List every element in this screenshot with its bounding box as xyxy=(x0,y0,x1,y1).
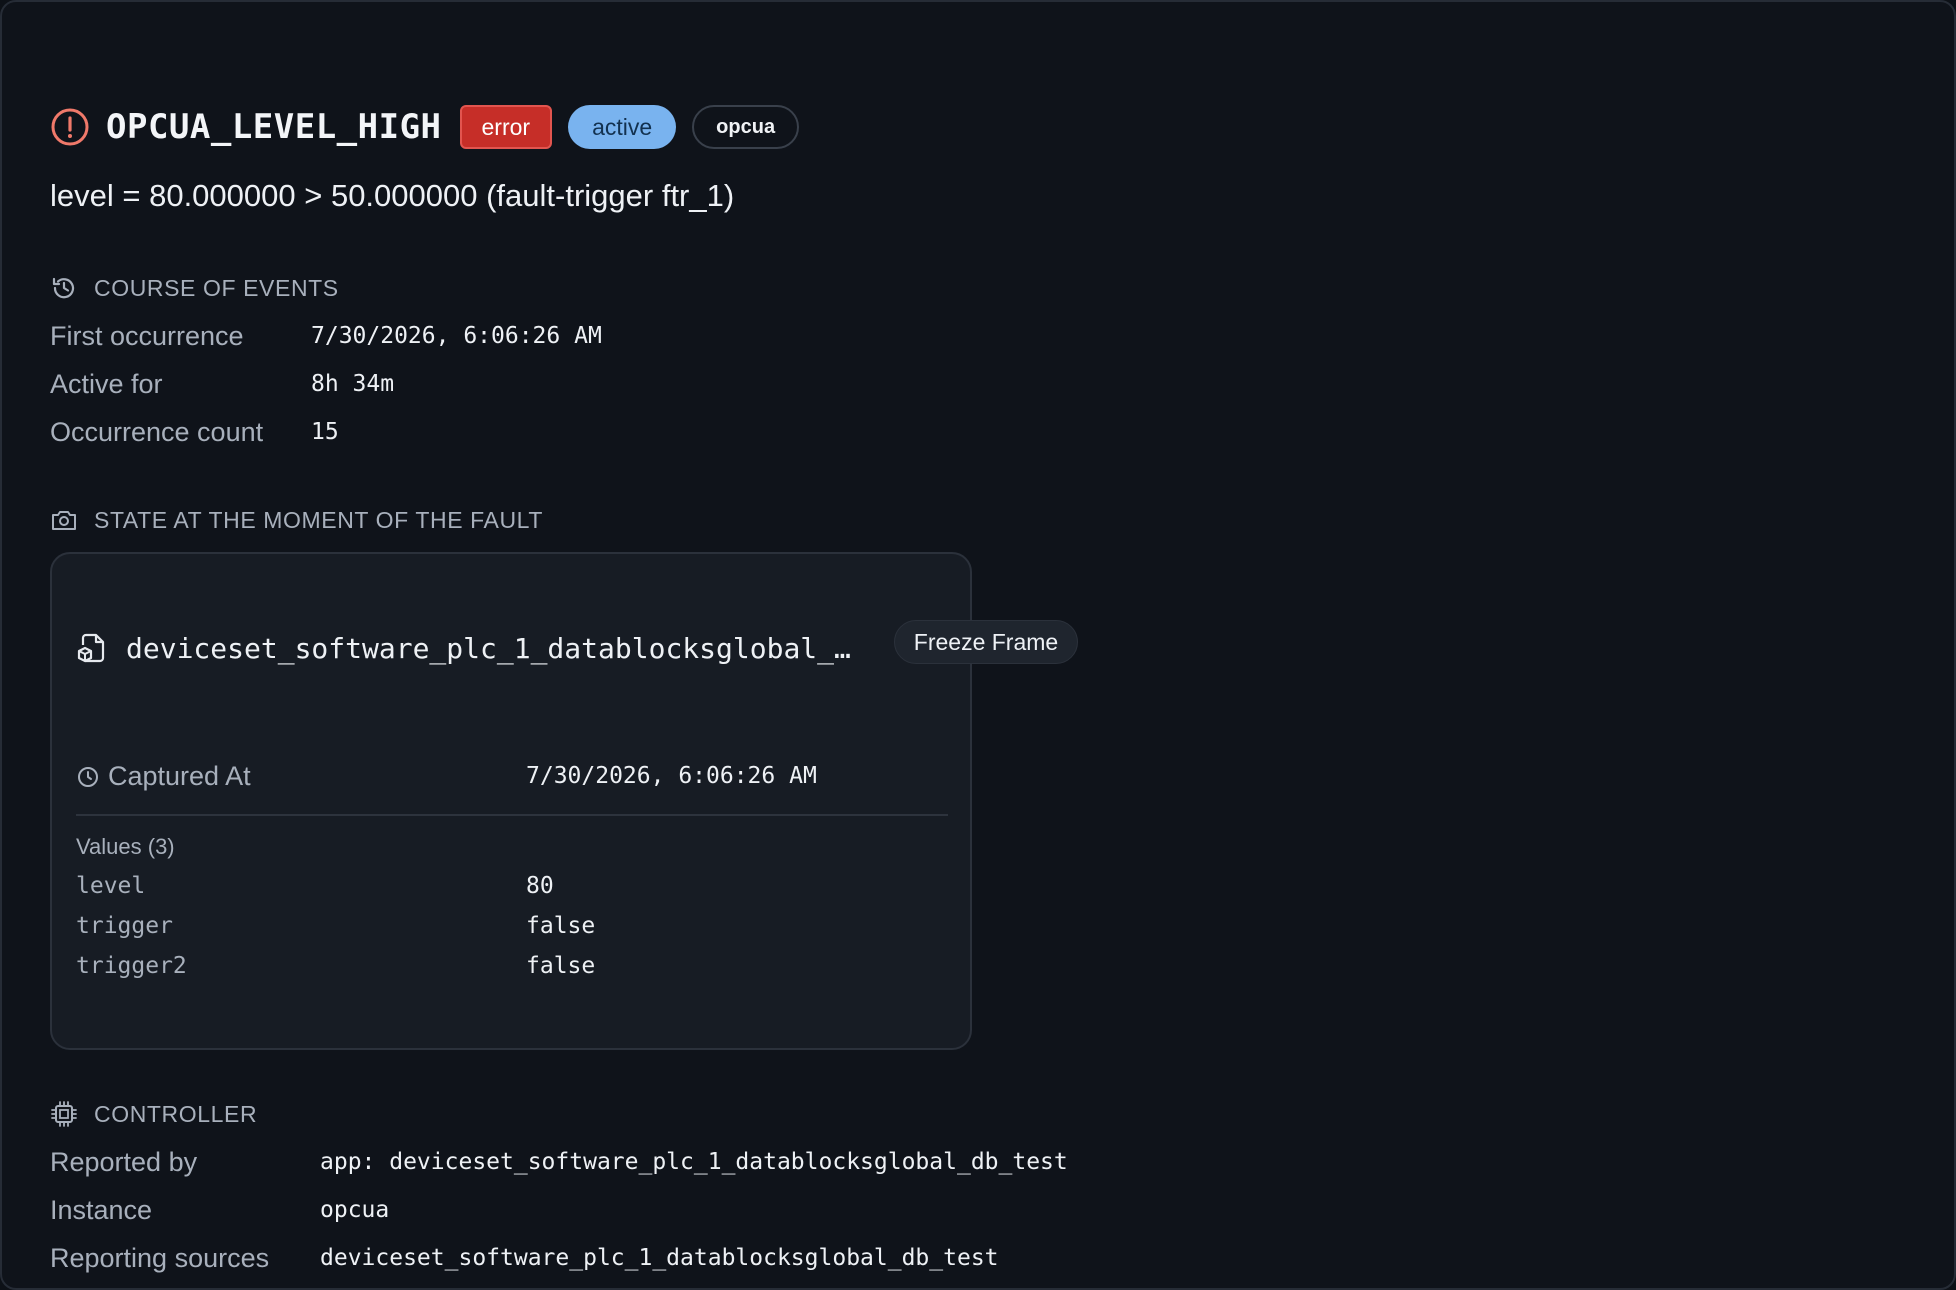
clock-icon xyxy=(78,767,98,787)
freeze-frame-card: deviceset_software_plc_1_datablocksgloba… xyxy=(50,552,1078,1050)
instance-value: opcua xyxy=(320,1197,390,1223)
occurrence-count-row: Occurrence count 15 xyxy=(50,412,339,452)
instance-label: Instance xyxy=(50,1194,153,1225)
section-title: STATE AT THE MOMENT OF THE FAULT xyxy=(94,506,544,533)
value-key: trigger2 xyxy=(76,953,187,979)
source-badge: opcua xyxy=(692,105,800,149)
card-divider xyxy=(76,814,948,816)
value-key: level xyxy=(76,873,146,899)
values-count-label: Values (3) xyxy=(76,834,175,859)
value-value: false xyxy=(526,953,596,979)
captured-at-row: Captured At 7/30/2026, 6:06:26 AM xyxy=(76,756,948,796)
first-occurrence-label: First occurrence xyxy=(50,320,244,351)
section-title: CONTROLLER xyxy=(94,1100,258,1127)
section-title: COURSE OF EVENTS xyxy=(94,274,339,301)
reported-by-value: app: deviceset_software_plc_1_datablocks… xyxy=(320,1149,1068,1175)
instance-row: Instance opcua xyxy=(50,1190,389,1230)
active-for-value: 8h 34m xyxy=(311,371,395,397)
reporting-sources-label: Reporting sources xyxy=(50,1242,270,1273)
status-badge: active xyxy=(568,105,677,149)
alert-detail-panel: OPCUA_LEVEL_HIGH error active opcua leve… xyxy=(0,0,1956,1290)
reporting-sources-row: Reporting sources deviceset_software_plc… xyxy=(50,1238,999,1278)
alert-header: OPCUA_LEVEL_HIGH error active opcua xyxy=(50,104,815,150)
cpu-icon xyxy=(51,1101,77,1127)
freeze-frame-tag: Freeze Frame xyxy=(894,620,1078,664)
freeze-frame-name: deviceset_software_plc_1_datablocksgloba… xyxy=(126,631,866,665)
alert-circle-icon xyxy=(51,108,89,146)
first-occurrence-row: First occurrence 7/30/2026, 6:06:26 AM xyxy=(50,316,602,356)
file-package-icon xyxy=(77,633,105,663)
captured-at-label-group: Captured At xyxy=(76,761,251,792)
value-row: trigger2 false xyxy=(76,948,948,984)
value-value: false xyxy=(526,913,596,939)
snapshot-heading: STATE AT THE MOMENT OF THE FAULT xyxy=(50,504,543,536)
camera-icon xyxy=(52,511,76,530)
reported-by-label: Reported by xyxy=(50,1146,198,1177)
active-for-label: Active for xyxy=(50,368,163,399)
captured-at-value: 7/30/2026, 6:06:26 AM xyxy=(526,763,817,789)
alert-message: level = 80.000000 > 50.000000 (fault-tri… xyxy=(50,178,735,213)
value-key: trigger xyxy=(76,913,173,939)
first-occurrence-value: 7/30/2026, 6:06:26 AM xyxy=(311,323,602,349)
captured-at-label: Captured At xyxy=(108,760,251,791)
value-row: level 80 xyxy=(76,868,948,904)
occurrence-count-value: 15 xyxy=(311,419,339,445)
value-row: trigger false xyxy=(76,908,948,944)
value-value: 80 xyxy=(526,873,554,899)
occurrence-count-label: Occurrence count xyxy=(50,416,264,447)
reporting-sources-value: deviceset_software_plc_1_datablocksgloba… xyxy=(320,1245,999,1271)
course-of-events-heading: COURSE OF EVENTS xyxy=(50,272,339,304)
alert-title: OPCUA_LEVEL_HIGH xyxy=(106,107,442,147)
active-for-row: Active for 8h 34m xyxy=(50,364,394,404)
reported-by-row: Reported by app: deviceset_software_plc_… xyxy=(50,1142,1068,1182)
freeze-frame-header: deviceset_software_plc_1_datablocksgloba… xyxy=(76,624,866,672)
controller-heading: CONTROLLER xyxy=(50,1098,257,1130)
history-icon xyxy=(52,277,75,299)
severity-badge: error xyxy=(459,105,553,149)
